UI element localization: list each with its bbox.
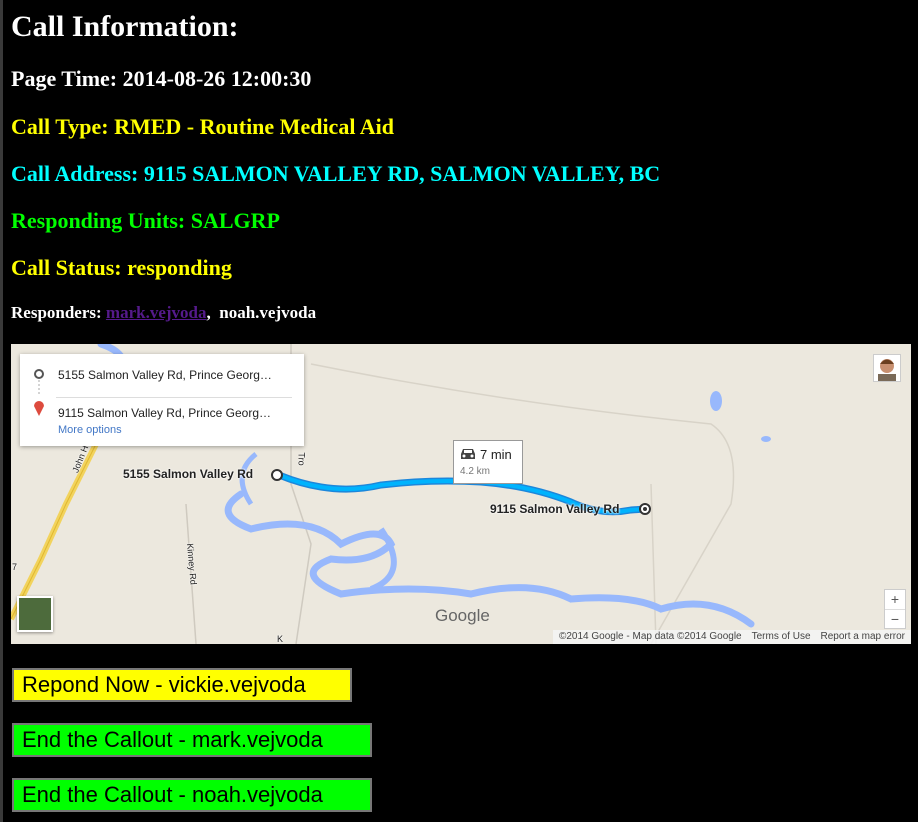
page-time: Page Time: 2014-08-26 12:00:30 [11,66,312,91]
end-callout-noah-button[interactable]: End the Callout - noah.vejvoda [12,778,372,812]
destination-pin-icon [34,401,44,416]
highway-road-edge [11,423,107,620]
responders-label: Responders: [11,303,102,322]
responding-units: Responding Units: SALGRP [11,208,280,233]
window-edge [0,0,3,822]
page-title: Call Information: [11,10,239,43]
origin-circle-icon [34,369,44,379]
road-label-tro: Tro [296,452,307,466]
call-status: Call Status: responding [11,255,232,280]
responder-noah: noah.vejvoda [219,303,317,322]
directions-divider [56,397,292,398]
report-error-link[interactable]: Report a map error [821,631,905,642]
respond-now-button[interactable]: Repond Now - vickie.vejvoda [12,668,352,702]
travel-time-badge[interactable]: 7 min 4.2 km [453,440,523,484]
responders-line: Responders: mark.vejvoda, noah.vejvoda [11,303,317,322]
travel-time: 7 min [480,447,512,462]
responder-link-mark[interactable]: mark.vejvoda [106,303,207,322]
origin-address[interactable]: 5155 Salmon Valley Rd, Prince Georg… [58,368,272,382]
call-info-page: Call Information: Page Time: 2014-08-26 … [0,0,918,822]
call-address: Call Address: 9115 SALMON VALLEY RD, SAL… [11,161,661,186]
road-label-k: K [277,634,284,644]
more-options-link[interactable]: More options [58,424,122,436]
waypoint-icons [34,369,44,416]
pond [761,436,771,442]
origin-map-label: 5155 Salmon Valley Rd [123,467,254,481]
end-callout-mark-button[interactable]: End the Callout - mark.vejvoda [12,723,372,757]
road-label-7: 7 [12,562,18,572]
map-copyright: ©2014 Google - Map data ©2014 Google [558,631,742,642]
origin-marker-icon [271,469,283,481]
destination-address[interactable]: 9115 Salmon Valley Rd, Prince Georg… [58,406,271,420]
directions-panel: 5155 Salmon Valley Rd, Prince Georg… 911… [20,354,304,446]
satellite-view-toggle-icon[interactable] [17,596,53,632]
map-attribution: ©2014 Google - Map data ©2014 Google Term… [552,630,911,644]
car-icon [461,449,475,459]
person-face-icon [878,359,896,381]
zoom-out-button[interactable]: − [885,609,905,628]
google-logo: Google [435,606,490,625]
zoom-control: + − [884,589,906,629]
zoom-in-button[interactable]: + [885,590,905,608]
route-map[interactable]: 5155 Salmon Valley Rd 9115 Salmon Valley… [11,344,911,644]
road-east [650,483,657,644]
destination-map-label: 9115 Salmon Valley Rd [490,502,620,516]
user-avatar-icon[interactable] [873,354,901,382]
terms-of-use-link[interactable]: Terms of Use [752,631,811,642]
travel-distance: 4.2 km [460,466,491,477]
destination-marker-dot [643,507,647,511]
lake [710,391,722,411]
call-type: Call Type: RMED - Routine Medical Aid [11,114,394,139]
